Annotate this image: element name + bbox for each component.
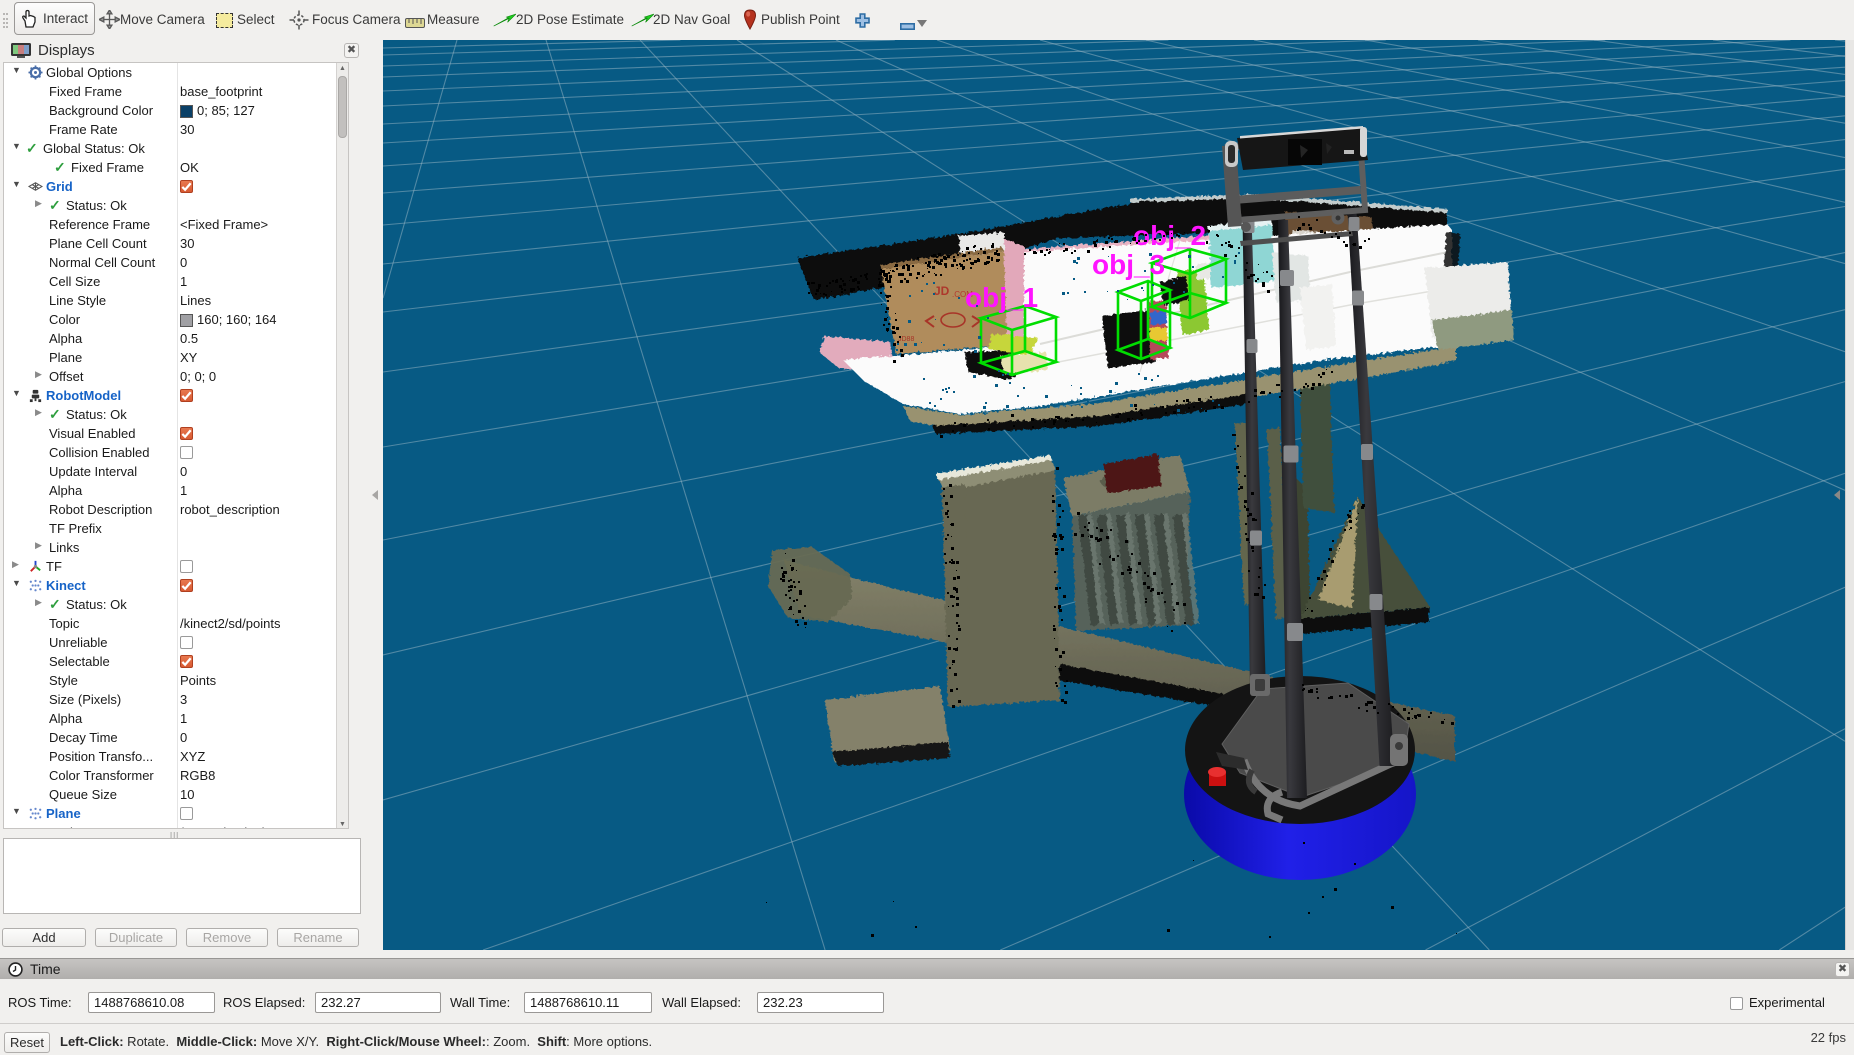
svg-text:JD: JD — [934, 284, 950, 298]
svg-text:obj_1: obj_1 — [965, 282, 1038, 313]
svg-text:obj_2: obj_2 — [1133, 220, 1206, 251]
svg-text:obj_3: obj_3 — [1092, 249, 1165, 280]
